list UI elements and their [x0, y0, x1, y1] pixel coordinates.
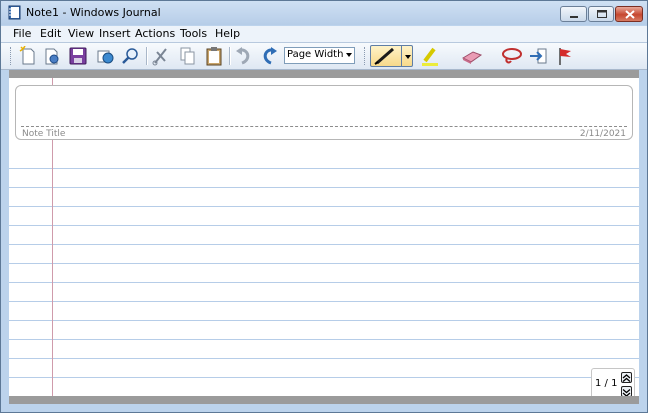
toolbar-grip[interactable] [10, 47, 13, 65]
insert-space-icon [530, 48, 547, 64]
eraser-button[interactable] [461, 46, 483, 66]
copy-icon [180, 47, 195, 65]
pen-split [401, 46, 402, 66]
menu-view[interactable]: View [68, 27, 94, 40]
find-button[interactable] [121, 46, 141, 66]
double-chevron-up-icon [622, 374, 631, 382]
note-date: 2/11/2021 [579, 129, 626, 139]
title-bar[interactable]: Note1 - Windows Journal [1, 1, 647, 25]
redo-icon [263, 47, 277, 65]
undo-button[interactable] [234, 46, 254, 66]
toolbar-grip[interactable] [364, 47, 367, 65]
title-dashed-line [21, 126, 627, 127]
save-icon [69, 47, 87, 65]
pen-icon [374, 47, 394, 65]
journal-app-icon[interactable] [8, 5, 22, 20]
menu-actions[interactable]: Actions [135, 27, 175, 40]
lasso-icon [502, 48, 522, 64]
menu-help[interactable]: Help [215, 27, 240, 40]
open-button[interactable] [42, 46, 62, 66]
menu-insert[interactable]: Insert [99, 27, 131, 40]
send-button[interactable] [95, 46, 115, 66]
menu-bar: File Edit View Insert Actions Tools Help [1, 26, 647, 43]
lasso-select-button[interactable] [501, 46, 522, 66]
undo-icon [236, 47, 250, 65]
insert-space-button[interactable] [528, 46, 548, 66]
window-title: Note1 - Windows Journal [26, 6, 161, 19]
page-count: 1 / 1 [595, 378, 618, 389]
note-title-label: Note Title [22, 129, 66, 139]
menu-tools[interactable]: Tools [180, 27, 207, 40]
highlighter-button[interactable] [420, 46, 440, 66]
eraser-icon [461, 51, 483, 64]
redo-button[interactable] [259, 46, 279, 66]
save-button[interactable] [68, 46, 88, 66]
toolbar-separator [229, 47, 231, 65]
magnifier-icon [122, 48, 138, 64]
clipboard-icon [206, 47, 222, 66]
menu-edit[interactable]: Edit [40, 27, 61, 40]
maximize-button[interactable] [588, 6, 614, 22]
flag-button[interactable] [556, 46, 576, 66]
paste-button[interactable] [204, 46, 224, 66]
pen-button[interactable] [370, 45, 413, 67]
open-icon [45, 48, 59, 65]
new-note-button[interactable] [18, 46, 38, 66]
menu-file[interactable]: File [13, 27, 31, 40]
maximize-icon [597, 10, 607, 18]
close-button[interactable] [615, 6, 643, 22]
chevron-down-icon [346, 53, 352, 57]
note-page[interactable]: Note Title 2/11/2021 [9, 78, 639, 396]
send-icon [97, 50, 114, 64]
scissors-icon [152, 48, 167, 66]
page-gutter-bottom [9, 396, 639, 404]
zoom-dropdown[interactable]: Page Width [284, 47, 355, 64]
previous-page-button[interactable] [621, 372, 632, 383]
cut-button[interactable] [151, 46, 171, 66]
zoom-value: Page Width [287, 49, 344, 60]
flag-icon [559, 48, 571, 65]
highlighter-icon [422, 47, 438, 66]
toolbar: Page Width [1, 43, 647, 99]
close-icon [625, 10, 635, 19]
toolbar-separator [146, 47, 148, 65]
note-title-box[interactable]: Note Title 2/11/2021 [15, 85, 633, 140]
page-gutter-top [9, 70, 639, 78]
minimize-icon [570, 16, 578, 18]
app-window: Note1 - Windows Journal File Edit View I… [0, 0, 648, 413]
pen-dropdown-arrow-icon[interactable] [405, 55, 411, 59]
copy-button[interactable] [178, 46, 198, 66]
new-note-icon [19, 46, 35, 65]
minimize-button[interactable] [560, 6, 587, 22]
